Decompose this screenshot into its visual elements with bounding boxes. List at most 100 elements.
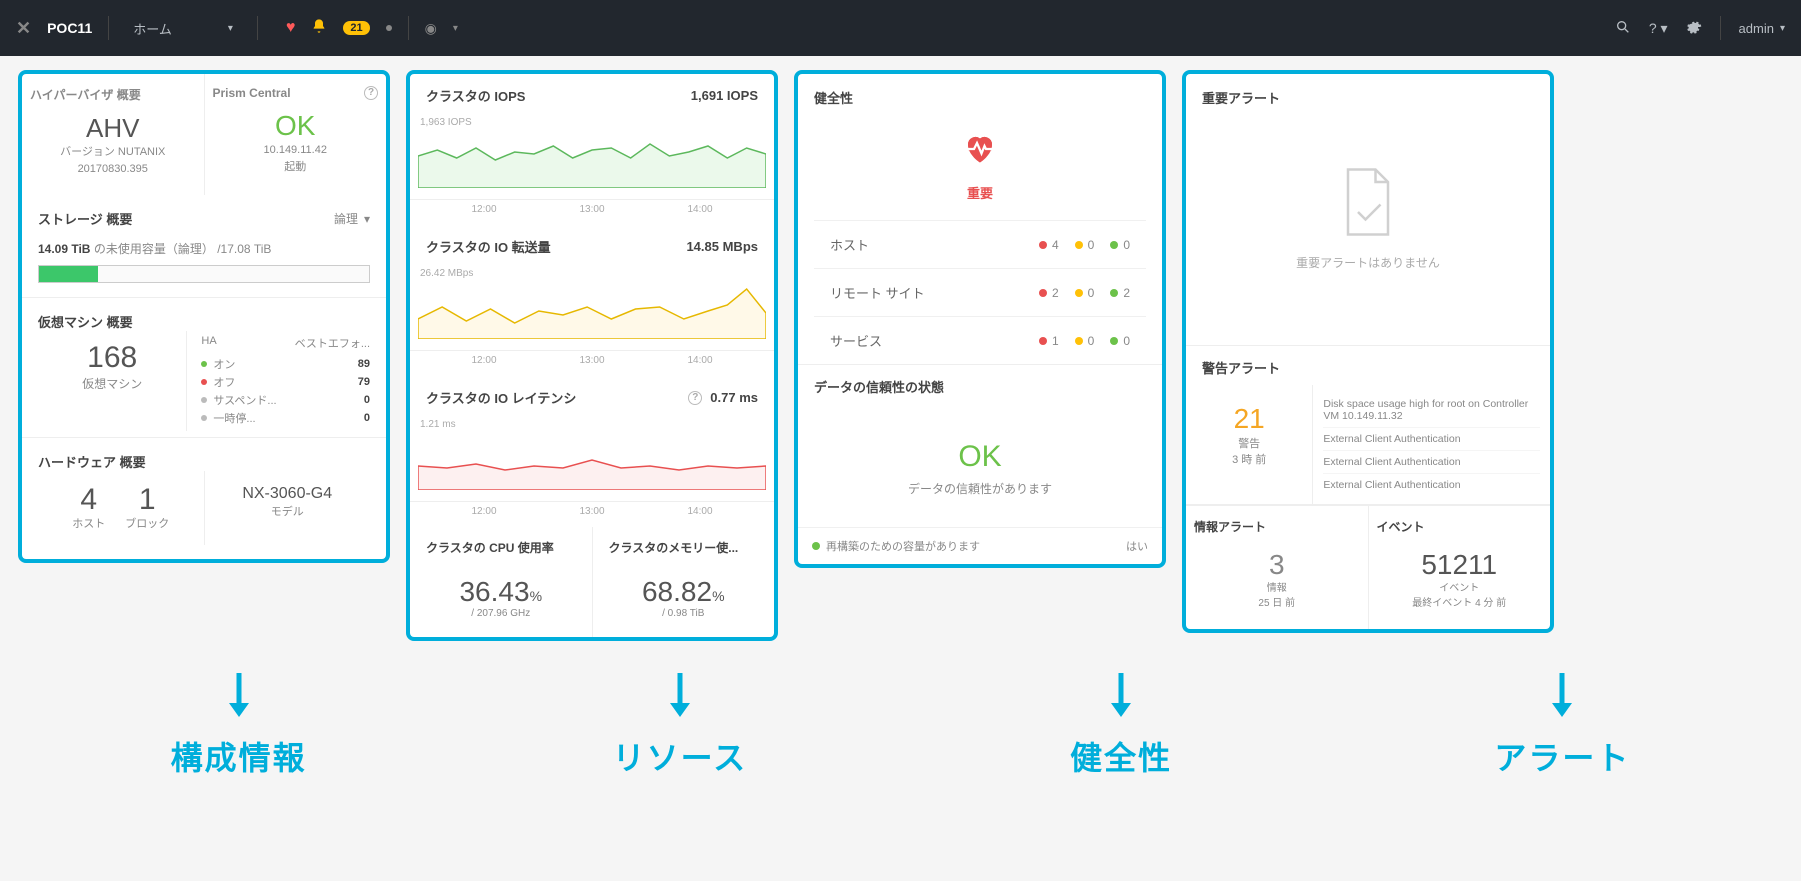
vm-summary-card[interactable]: 仮想マシン 概要 168 仮想マシン HAベストエフォ... オン89オフ79サ…	[22, 298, 386, 438]
search-icon[interactable]	[1615, 19, 1631, 38]
storage-card[interactable]: ストレージ 概要 論理 ▾ 14.09 TiB の未使用容量（論理） /17.0…	[22, 195, 386, 298]
chevron-down-icon: ▾	[453, 23, 458, 34]
warning-item[interactable]: External Client Authentication	[1323, 474, 1540, 496]
integrity-card[interactable]: データの信頼性の状態 OK データの信頼性があります 再構築のための容量がありま…	[798, 365, 1162, 564]
chevron-down-icon: ▾	[364, 212, 370, 226]
storage-mode-dropdown[interactable]: 論理 ▾	[334, 210, 370, 227]
cluster-name[interactable]: POC11	[47, 20, 92, 36]
info-alert-card[interactable]: 情報アラート 3 情報 25 日 前	[1186, 506, 1369, 629]
section-label-alert: アラート	[1342, 733, 1783, 779]
separator	[1720, 16, 1721, 40]
events-card[interactable]: イベント 51211 イベント 最終イベント 4 分 前	[1369, 506, 1551, 629]
host-count: 4	[72, 485, 105, 515]
settings-gear-icon[interactable]	[1686, 19, 1702, 38]
warning-item[interactable]: External Client Authentication	[1323, 428, 1540, 451]
info-time: 25 日 前	[1194, 596, 1360, 611]
host-label: ホスト	[72, 515, 105, 531]
events-label: イベント	[1377, 581, 1543, 596]
storage-free: 14.09 TiB	[38, 242, 90, 256]
lat-title: クラスタの IO レイテンシ	[426, 388, 576, 407]
iops-chart[interactable]: クラスタの IOPS1,691 IOPS 1,963 IOPS 12:0013:…	[410, 74, 774, 225]
arrow-down-icon	[901, 673, 1342, 717]
nav-home-label: ホーム	[133, 19, 172, 38]
block-label: ブロック	[125, 515, 169, 531]
storage-title: ストレージ 概要	[38, 209, 132, 228]
hypervisor-version: バージョン NUTANIX	[30, 144, 196, 161]
help-icon[interactable]: ?	[364, 86, 378, 100]
prism-ip: 10.149.11.42	[213, 142, 379, 159]
health-row[interactable]: リモート サイト202	[814, 268, 1146, 316]
empty-file-icon	[1212, 167, 1524, 242]
latency-chart[interactable]: クラスタの IO レイテンシ?0.77 ms 1.21 ms 12:0013:0…	[410, 376, 774, 527]
events-time: 最終イベント 4 分 前	[1377, 596, 1543, 611]
info-count: 3	[1194, 549, 1360, 581]
alert-bell-icon[interactable]	[311, 18, 327, 39]
task-gear-icon[interactable]: ◉	[425, 20, 437, 37]
time-tick: 13:00	[579, 355, 604, 366]
prism-title: Prism Central	[213, 86, 291, 100]
no-critical-alert: 重要アラートはありません	[1212, 254, 1524, 271]
health-row[interactable]: ホスト400	[814, 220, 1146, 268]
hardware-card[interactable]: ハードウェア 概要 4ホスト 1ブロック NX-3060-G4 モデル	[22, 438, 386, 559]
vm-stat-row: サスペンド...0	[201, 391, 370, 409]
warning-item[interactable]: Disk space usage high for root on Contro…	[1323, 393, 1540, 428]
admin-label: admin	[1739, 21, 1774, 36]
rebuild-yes: はい	[1126, 538, 1148, 554]
health-box: 健全性 重要 ホスト400リモート サイト202サービス100 データの信頼性の…	[794, 70, 1166, 568]
hypervisor-card[interactable]: ハイパーバイザ 概要 AHV バージョン NUTANIX 20170830.39…	[22, 74, 205, 195]
time-tick: 14:00	[687, 506, 712, 517]
user-menu[interactable]: admin ▾	[1739, 21, 1785, 36]
warning-alert-card[interactable]: 警告アラート 21 警告 3 時 前 Disk space usage high…	[1186, 346, 1550, 505]
integrity-ok: OK	[808, 440, 1152, 474]
dashboard: ハイパーバイザ 概要 AHV バージョン NUTANIX 20170830.39…	[0, 56, 1801, 655]
storage-total: /17.08 TiB	[217, 242, 271, 256]
health-critical-label: 重要	[814, 183, 1146, 202]
hypervisor-name: AHV	[30, 113, 196, 144]
warning-item[interactable]: External Client Authentication	[1323, 451, 1540, 474]
time-tick: 12:00	[471, 506, 496, 517]
prism-status: OK	[213, 110, 379, 142]
top-nav: ✕ POC11 ホーム ▾ ♥ 21 ◉ ▾ ? ▾ admin	[0, 0, 1801, 56]
mem-value: 68.82	[642, 576, 712, 607]
section-label-resource: リソース	[459, 733, 900, 779]
cpu-value: 36.43	[459, 576, 529, 607]
info-label: 情報	[1194, 581, 1360, 596]
status-dot-icon	[812, 542, 820, 550]
help-icon[interactable]: ? ▾	[1649, 20, 1668, 37]
memory-usage-card[interactable]: クラスタのメモリー使... 68.82% / 0.98 TiB	[593, 527, 775, 637]
warning-count: 21	[1192, 403, 1306, 435]
status-dot-icon	[386, 25, 392, 31]
alert-count-badge[interactable]: 21	[343, 21, 369, 35]
hw-model: NX-3060-G4	[211, 485, 365, 503]
arrow-down-icon	[18, 673, 459, 717]
resource-box: クラスタの IOPS1,691 IOPS 1,963 IOPS 12:0013:…	[406, 70, 778, 641]
section-labels: 構成情報 リソース 健全性 アラート	[0, 723, 1801, 789]
iops-title: クラスタの IOPS	[426, 86, 525, 105]
events-title: イベント	[1377, 518, 1543, 535]
health-heart-icon[interactable]: ♥	[286, 19, 296, 37]
alert-box: 重要アラート 重要アラートはありません 警告アラート 21 警告 3 時 前	[1182, 70, 1554, 633]
heart-icon	[814, 131, 1146, 175]
section-label-config: 構成情報	[18, 733, 459, 779]
critical-alert-card[interactable]: 重要アラート 重要アラートはありません	[1186, 74, 1550, 346]
integrity-msg: データの信頼性があります	[808, 480, 1152, 497]
time-tick: 13:00	[579, 506, 604, 517]
nav-home-dropdown[interactable]: ホーム ▾	[125, 15, 241, 42]
prism-central-card[interactable]: Prism Central? OK 10.149.11.42 起動	[205, 74, 387, 195]
bw-title: クラスタの IO 転送量	[426, 237, 551, 256]
storage-bar	[38, 265, 370, 283]
arrow-down-icon	[459, 673, 900, 717]
block-count: 1	[125, 485, 169, 515]
help-icon[interactable]: ?	[688, 391, 702, 405]
cpu-usage-card[interactable]: クラスタの CPU 使用率 36.43% / 207.96 GHz	[410, 527, 593, 637]
mem-title: クラスタのメモリー使...	[609, 539, 759, 556]
cpu-pct: %	[530, 588, 542, 604]
health-card[interactable]: 健全性 重要 ホスト400リモート サイト202サービス100	[798, 74, 1162, 365]
iops-peak: 1,963 IOPS	[410, 117, 774, 128]
bandwidth-chart[interactable]: クラスタの IO 転送量14.85 MBps 26.42 MBps 12:001…	[410, 225, 774, 376]
ha-label: HA	[201, 335, 216, 351]
time-tick: 12:00	[471, 204, 496, 215]
ha-mode: ベストエフォ...	[295, 335, 370, 351]
info-title: 情報アラート	[1194, 518, 1360, 535]
health-row[interactable]: サービス100	[814, 316, 1146, 364]
